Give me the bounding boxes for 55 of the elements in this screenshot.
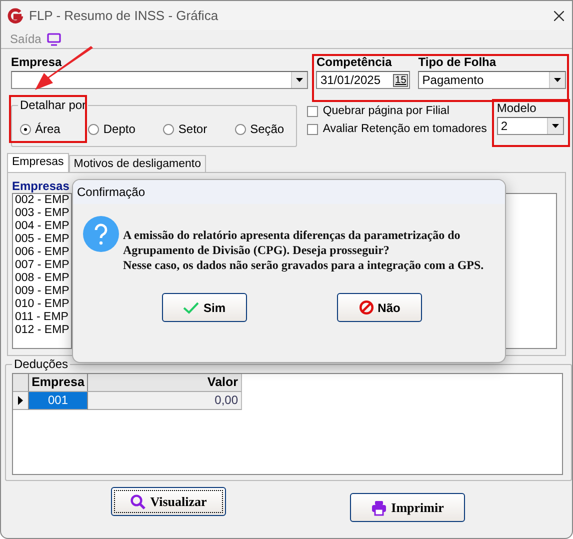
group-label: Deduções — [12, 357, 70, 371]
radio-option[interactable]: Área — [20, 122, 60, 136]
list-item[interactable]: 007 - EMP — [15, 259, 71, 272]
close-icon[interactable] — [554, 10, 564, 20]
date-field[interactable]: 31/01/2025 15 — [316, 71, 410, 89]
checkbox-option[interactable]: Quebrar página por Filial — [306, 105, 487, 117]
dialog-message: Nesse caso, os dados não serão gravados para a integração com a GPS. — [123, 258, 485, 273]
column-header: Valor — [88, 374, 242, 392]
caret-icon — [554, 78, 561, 82]
table-cell: 0,00 — [88, 392, 242, 410]
monitor-icon[interactable] — [47, 32, 62, 46]
dialog-button[interactable]: Não — [337, 293, 422, 322]
dialog-title: Confirmação — [73, 180, 505, 204]
window-title: FLP - Resumo de INSS - Gráfica — [29, 8, 220, 23]
table-cell[interactable]: 001 — [29, 392, 88, 410]
list-item[interactable]: 008 - EMP — [15, 272, 71, 285]
tab[interactable]: Empresas — [7, 153, 69, 172]
action-button[interactable]: Imprimir — [350, 493, 465, 522]
company-dropdown[interactable] — [11, 71, 308, 89]
logo-icon — [7, 8, 23, 24]
group-label: Detalhar por — [18, 98, 88, 112]
dialog-message: A emissão do relatório apresenta diferenças da parametrização do Agrupamento de Divisão (CPG). Deseja prosseguir? — [123, 228, 462, 258]
list-item[interactable]: 011 - EMP — [15, 311, 71, 324]
check-icon — [183, 302, 200, 314]
prohibited-icon — [358, 300, 374, 315]
list-item[interactable]: 003 - EMP — [15, 207, 71, 220]
radio-option[interactable]: Depto — [88, 122, 136, 136]
field-label: Empresa — [11, 55, 63, 69]
model-dropdown[interactable]: 2 — [496, 117, 564, 135]
list-item[interactable]: 006 - EMP — [15, 246, 71, 259]
list-label: Empresas — [12, 179, 70, 193]
caret-icon — [552, 124, 559, 128]
action-button[interactable]: Visualizar — [111, 487, 226, 516]
radio-option[interactable]: Seção — [235, 122, 284, 136]
row-indicator-icon — [18, 396, 23, 405]
list-item[interactable]: 010 - EMP — [15, 298, 71, 311]
payroll-type-dropdown[interactable]: Pagamento — [418, 71, 566, 89]
search-icon — [130, 494, 146, 510]
list-item[interactable]: 005 - EMP — [15, 233, 71, 246]
caret-icon — [296, 78, 304, 82]
field-label: Modelo — [496, 101, 538, 115]
dialog-button[interactable]: Sim — [162, 293, 247, 322]
field-label: Tipo de Folha — [418, 55, 498, 69]
list-item[interactable]: 012 - EMP — [15, 324, 71, 337]
tab[interactable]: Motivos de desligamento — [68, 155, 206, 172]
field-label: Competência — [316, 55, 393, 69]
list-item[interactable]: 009 - EMP — [15, 285, 71, 298]
question-icon — [83, 216, 119, 252]
radio-option[interactable]: Setor — [163, 122, 208, 136]
checkbox-option[interactable]: Avaliar Retenção em tomadores — [306, 123, 487, 135]
list-item[interactable]: 002 - EMP — [15, 194, 71, 207]
column-header: Empresa — [29, 374, 88, 392]
list-item[interactable]: 004 - EMP — [15, 220, 71, 233]
printer-icon — [371, 500, 388, 516]
calendar-button[interactable]: 15 — [393, 74, 408, 86]
